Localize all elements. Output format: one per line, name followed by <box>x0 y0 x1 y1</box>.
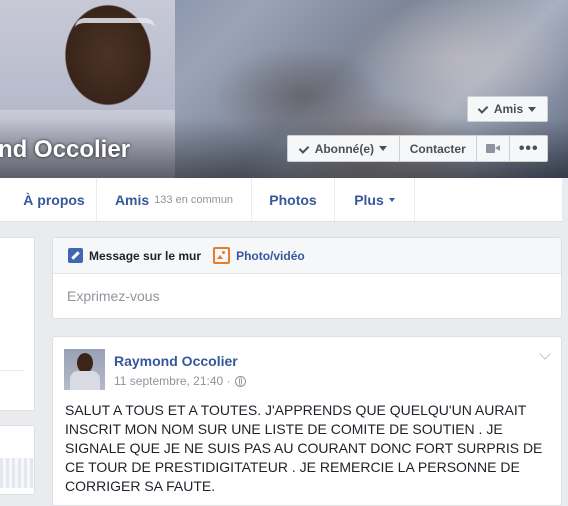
tab-friends[interactable]: Amis 133 en commun <box>97 178 252 221</box>
composer-tabs: Message sur le mur Photo/vidéo <box>53 238 561 274</box>
photo-video-label: Photo/vidéo <box>236 248 305 263</box>
contact-label: Contacter <box>409 141 466 156</box>
chevron-down-icon[interactable] <box>539 348 551 360</box>
pencil-icon <box>68 248 83 263</box>
friends-button[interactable]: Amis <box>467 96 548 122</box>
tab-more[interactable]: Plus <box>335 178 415 221</box>
video-call-button[interactable] <box>477 136 511 161</box>
subscribed-label: Abonné(e) <box>314 141 375 156</box>
feed-post: Raymond Occolier 11 septembre, 21:40 · S… <box>52 336 562 506</box>
caret-down-icon <box>528 106 537 112</box>
composer-input[interactable]: Exprimez-vous <box>67 288 160 304</box>
check-icon <box>300 144 310 154</box>
profile-nav: À propos Amis 133 en commun Photos Plus <box>0 178 562 222</box>
tab-about[interactable]: À propos <box>0 178 97 221</box>
check-icon <box>479 104 489 114</box>
more-icon: ••• <box>518 139 539 157</box>
post-composer: Message sur le mur Photo/vidéo Exprimez-… <box>52 237 562 319</box>
tab-friends-label: Amis <box>114 191 150 208</box>
tab-photos[interactable]: Photos <box>252 178 335 221</box>
caret-down-icon <box>379 146 388 151</box>
left-sidebar-card <box>0 237 35 411</box>
caret-down-icon <box>388 197 395 202</box>
wall-post-tab[interactable]: Message sur le mur <box>68 248 201 263</box>
post-timestamp[interactable]: 11 septembre, 21:40 · <box>114 374 231 388</box>
profile-name[interactable]: nd Occolier <box>0 136 130 164</box>
tab-about-label: À propos <box>23 191 85 208</box>
avatar[interactable] <box>64 349 105 390</box>
photo-video-tab[interactable]: Photo/vidéo <box>213 247 305 264</box>
tab-more-label: Plus <box>354 191 384 208</box>
subscribed-button[interactable]: Abonné(e) <box>288 136 400 161</box>
cover-photo[interactable]: nd Occolier Amis Abonné(e) Contacter ••• <box>0 0 568 178</box>
friends-button-label: Amis <box>493 102 524 116</box>
photo-icon <box>213 247 231 264</box>
more-options-button[interactable]: ••• <box>510 136 547 161</box>
video-camera-icon <box>486 144 501 153</box>
post-author[interactable]: Raymond Occolier <box>114 353 238 369</box>
contact-button[interactable]: Contacter <box>400 136 477 161</box>
tab-photos-label: Photos <box>269 191 317 208</box>
wall-post-label: Message sur le mur <box>89 248 202 263</box>
profile-actions: Abonné(e) Contacter ••• <box>287 135 548 162</box>
post-meta: 11 septembre, 21:40 · <box>114 374 246 388</box>
globe-icon <box>234 375 246 387</box>
friends-common-count: 133 en commun <box>154 193 234 206</box>
post-text: SALUT A TOUS ET A TOUTES. J'APPRENDS QUE… <box>65 402 543 494</box>
